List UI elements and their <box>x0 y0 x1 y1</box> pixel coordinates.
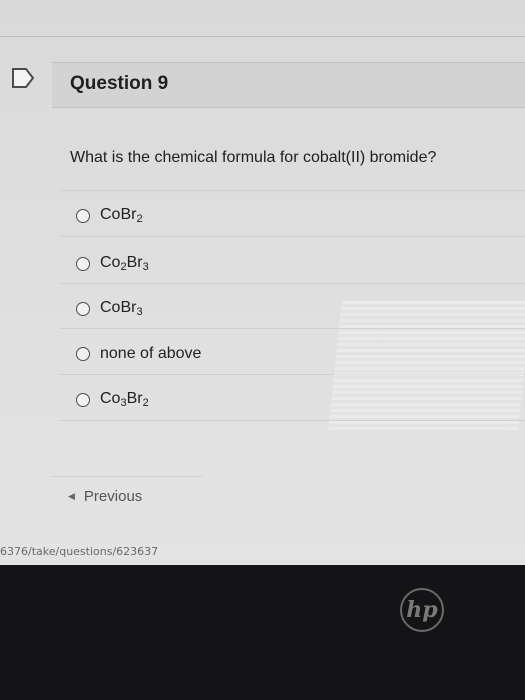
answer-label: Co3Br2 <box>100 390 149 409</box>
radio-button[interactable] <box>76 301 90 316</box>
answer-option-4[interactable]: none of above <box>76 345 201 363</box>
top-divider <box>0 36 525 37</box>
previous-label: Previous <box>83 488 143 505</box>
screen-glare <box>328 300 525 430</box>
chevron-left-icon: ◀ <box>68 491 75 501</box>
answer-label: none of above <box>100 345 202 362</box>
answer-option-3[interactable]: CoBr3 <box>76 299 143 318</box>
radio-button[interactable] <box>76 256 90 271</box>
status-url: 6376/take/questions/623637 <box>0 545 159 558</box>
question-text: What is the chemical formula for cobalt(… <box>70 149 437 166</box>
screen: Question 9 What is the chemical formula … <box>0 0 525 565</box>
divider <box>60 283 525 284</box>
answer-label: CoBr3 <box>100 299 143 318</box>
radio-button[interactable] <box>76 392 90 407</box>
question-title: Question 9 <box>70 73 169 94</box>
hp-logo: hp <box>400 588 444 632</box>
answer-label: CoBr2 <box>100 206 143 225</box>
divider <box>60 190 525 191</box>
answer-option-2[interactable]: Co2Br3 <box>76 254 149 273</box>
answer-option-1[interactable]: CoBr2 <box>76 206 143 225</box>
radio-button[interactable] <box>76 347 90 361</box>
bookmark-flag-icon[interactable] <box>0 66 36 90</box>
previous-button[interactable]: ◀ Previous <box>52 476 202 516</box>
answer-option-5[interactable]: Co3Br2 <box>76 390 149 409</box>
divider <box>60 236 525 237</box>
radio-button[interactable] <box>76 208 90 223</box>
answer-label: Co2Br3 <box>100 254 149 273</box>
monitor-bezel <box>0 565 525 700</box>
